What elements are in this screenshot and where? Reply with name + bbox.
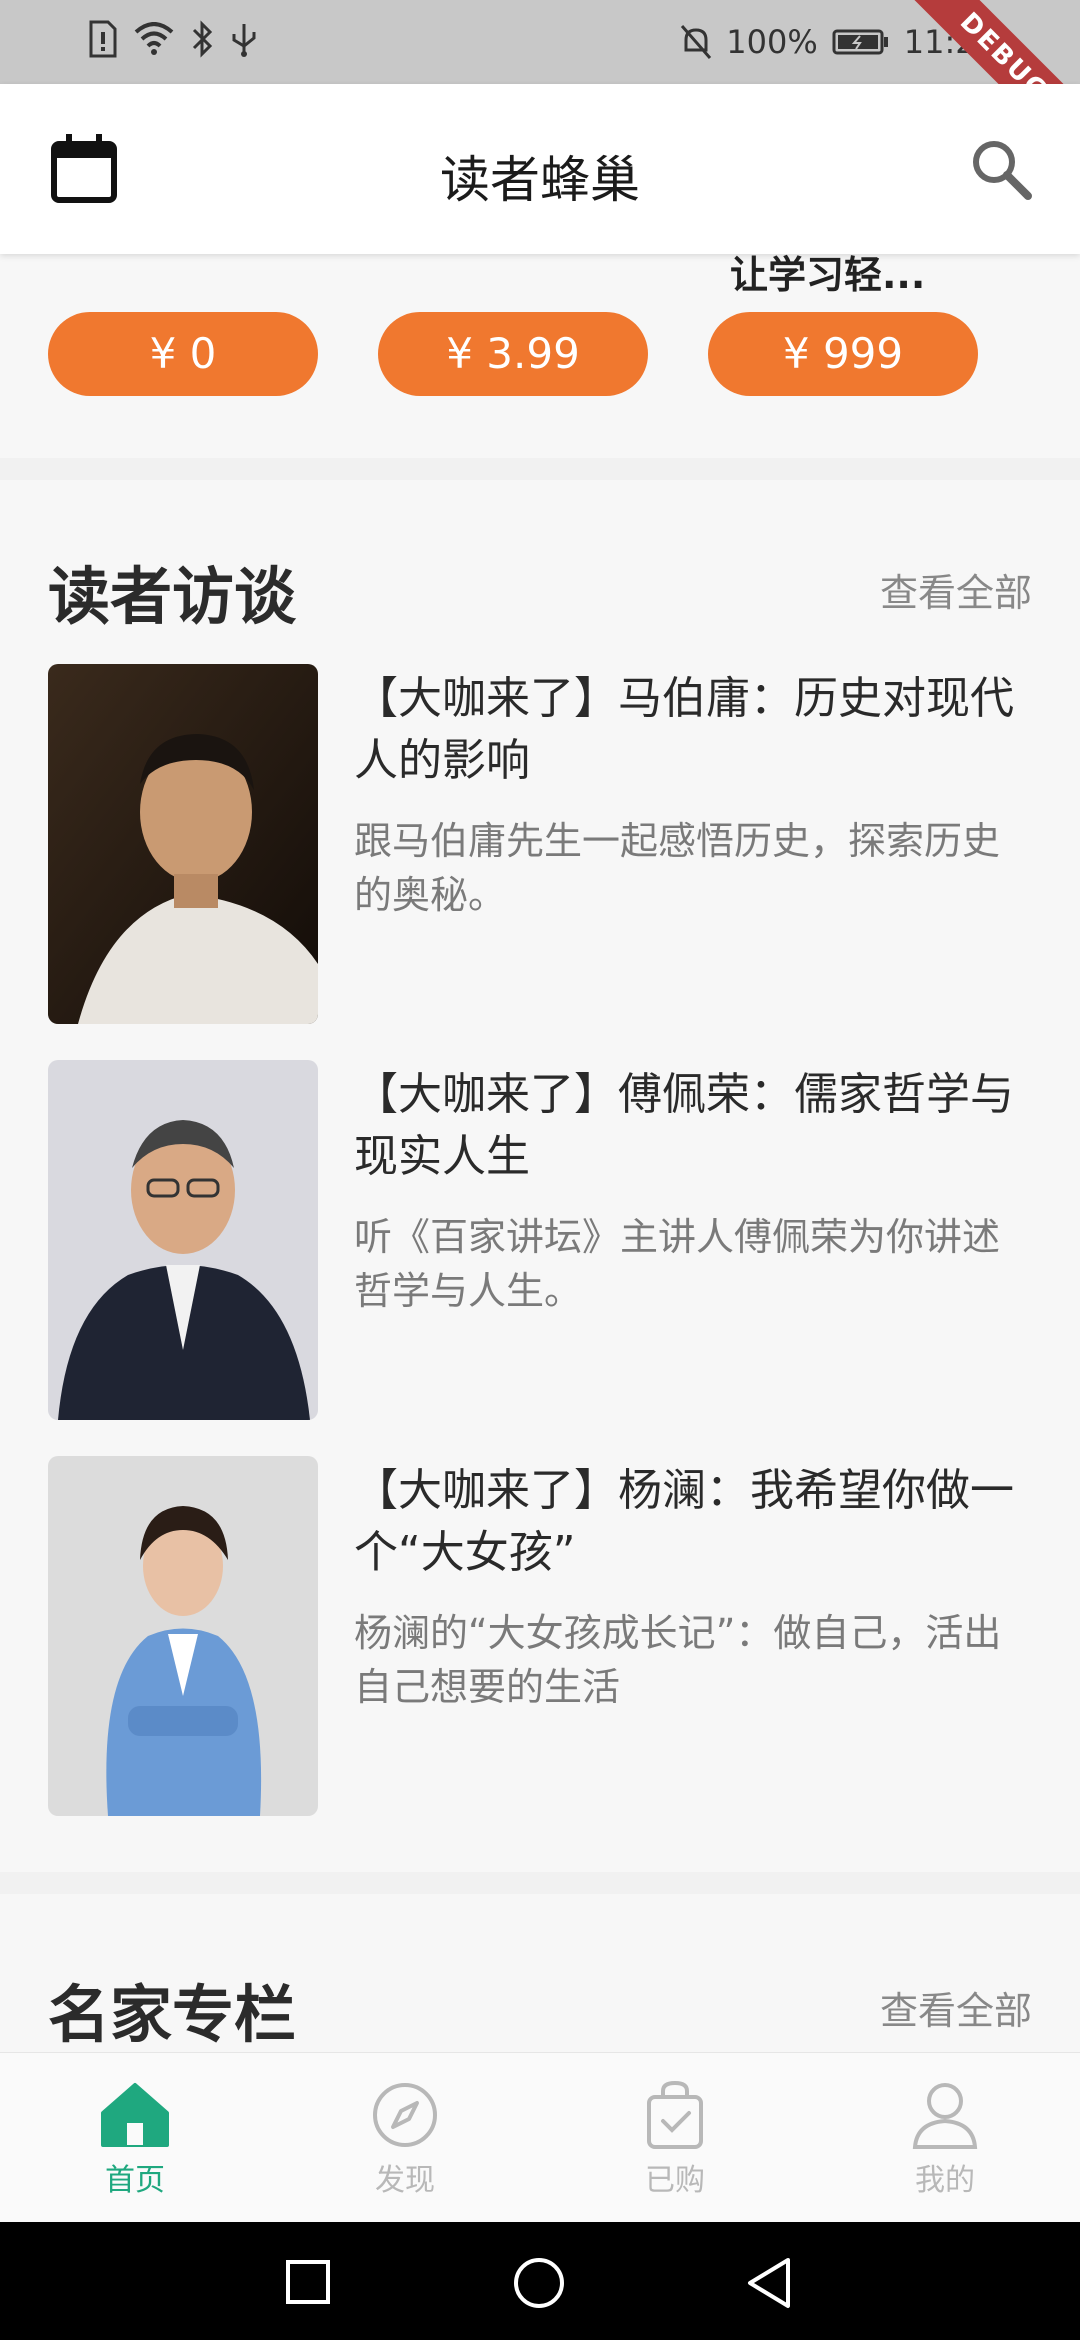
see-all-link[interactable]: 查看全部 <box>880 562 1032 617</box>
nav-item-purchased[interactable]: 已购 <box>595 2079 755 2199</box>
bluetooth-icon <box>192 20 213 58</box>
columns-section: 名家专栏 查看全部 <box>0 1894 1080 2052</box>
nav-label: 已购 <box>645 2163 705 2198</box>
person-icon <box>912 2083 978 2149</box>
home-circle-icon[interactable] <box>512 2256 566 2310</box>
list-item[interactable]: 【大咖来了】马伯庸：历史对现代人的影响 跟马伯庸先生一起感悟历史，探索历史的奥秘… <box>48 664 1038 1024</box>
price-button[interactable]: ¥ 3.99 <box>378 312 648 396</box>
nav-label: 发现 <box>375 2163 435 2198</box>
app-bar: 读者蜂巢 <box>0 84 1080 254</box>
see-all-link[interactable]: 查看全部 <box>880 1980 1032 2035</box>
battery-icon <box>832 29 888 55</box>
sim-alert-icon <box>89 20 117 58</box>
section-divider <box>0 458 1080 480</box>
thumbnail-image <box>48 1456 318 1816</box>
battery-percent: 100% <box>726 23 818 61</box>
section-title: 读者访谈 <box>48 560 297 633</box>
mute-bell-icon <box>681 25 712 59</box>
recents-square-icon[interactable] <box>284 2258 332 2306</box>
section-divider <box>0 1872 1080 1894</box>
nav-item-me[interactable]: 我的 <box>865 2079 1025 2199</box>
price-button[interactable]: ¥ 999 <box>708 312 978 396</box>
nav-label: 首页 <box>105 2163 165 2198</box>
list-item[interactable]: 【大咖来了】杨澜：我希望你做一个“大女孩” 杨澜的“大女孩成长记”：做自己，活出… <box>48 1456 1038 1816</box>
page-title: 读者蜂巢 <box>440 151 640 209</box>
status-bar: 100% 11:22 DEBUG <box>0 0 1080 180</box>
nav-item-home[interactable]: 首页 <box>55 2079 215 2199</box>
bag-check-icon <box>647 2080 703 2149</box>
usb-icon <box>232 24 256 57</box>
back-triangle-icon[interactable] <box>744 2256 794 2310</box>
app-screen: 100% 11:22 DEBUG 读者蜂巢 让学习轻... ¥ 0 ¥ 3.99… <box>0 0 1080 2340</box>
thumbnail-image <box>48 664 318 1024</box>
price-button[interactable]: ¥ 0 <box>48 312 318 396</box>
nav-item-discover[interactable]: 发现 <box>325 2079 485 2199</box>
status-icons-left <box>88 20 258 58</box>
section-title: 名家专栏 <box>48 1978 297 2051</box>
search-icon[interactable] <box>968 136 1034 202</box>
item-title: 【大咖来了】傅佩荣：儒家哲学与现实人生 <box>354 1069 1014 1182</box>
item-description: 杨澜的“大女孩成长记”：做自己，活出自己想要的生活 <box>354 1611 1002 1709</box>
system-nav-bar <box>0 2222 1080 2340</box>
bottom-nav: 首页 发现 已购 我的 <box>0 2052 1080 2223</box>
item-description: 跟马伯庸先生一起感悟历史，探索历史的奥秘。 <box>354 819 1001 917</box>
compass-icon <box>373 2083 437 2147</box>
price-section: 让学习轻... ¥ 0 ¥ 3.99 ¥ 999 <box>0 253 1080 454</box>
list-item[interactable]: 【大咖来了】傅佩荣：儒家哲学与现实人生 听《百家讲坛》主讲人傅佩荣为你讲述哲学与… <box>48 1060 1038 1420</box>
wifi-icon <box>134 22 174 55</box>
item-title: 【大咖来了】杨澜：我希望你做一个“大女孩” <box>354 1465 1014 1578</box>
interviews-section: 读者访谈 查看全部 【大咖来了】马伯庸：历史对现代人的影响 跟马伯庸先生一起感悟… <box>0 480 1080 1872</box>
home-icon <box>101 2083 169 2147</box>
item-description: 听《百家讲坛》主讲人傅佩荣为你讲述哲学与人生。 <box>354 1215 1001 1313</box>
thumbnail-image <box>48 1060 318 1420</box>
item-title: 【大咖来了】马伯庸：历史对现代人的影响 <box>354 673 1014 786</box>
nav-label: 我的 <box>915 2163 975 2198</box>
